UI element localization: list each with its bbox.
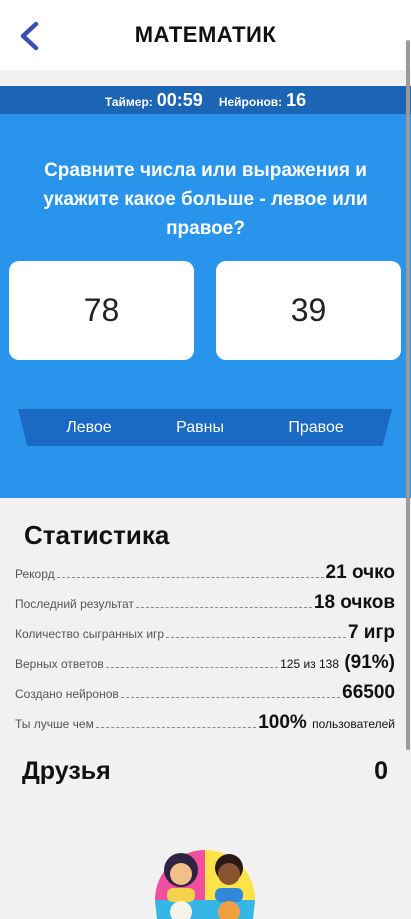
timer-value: 00:59 — [156, 89, 203, 110]
stat-value: 100% пользователей — [258, 712, 395, 734]
stat-label: Последний результат — [15, 597, 134, 611]
game-status-bar: Таймер: 00:59 Нейронов: 16 — [0, 86, 411, 114]
stat-label: Количество сыгранных игр — [15, 627, 165, 641]
answer-left-button[interactable]: Левое — [56, 415, 122, 441]
friends-label: Друзья — [22, 757, 111, 785]
stat-row-neurons-created: Создано нейронов 66500 — [15, 680, 395, 704]
stat-leader-dots — [56, 577, 324, 578]
answer-bar: Левое Равны Правое — [18, 409, 392, 446]
friends-avatar-icon — [155, 850, 255, 919]
stat-leader-dots — [105, 667, 279, 668]
neurons-value: 16 — [286, 89, 307, 110]
left-number-card[interactable]: 78 — [9, 261, 194, 360]
neurons-counter: Нейронов: 16 — [219, 90, 306, 111]
stat-label: Рекорд — [15, 567, 55, 581]
stat-label: Верных ответов — [15, 657, 104, 671]
stat-row-games-played: Количество сыгранных игр 7 игр — [15, 620, 395, 644]
stat-label: Ты лучше чем — [15, 717, 94, 731]
stat-value-percent: 100% — [258, 712, 307, 733]
timer-label: Таймер: — [104, 94, 153, 109]
stat-value: 7 игр — [347, 622, 395, 643]
answer-equal-button[interactable]: Равны — [166, 415, 234, 441]
stat-row-correct-answers: Верных ответов 125 из 138 (91%) — [15, 650, 395, 674]
stat-leader-dots — [135, 607, 312, 608]
stat-leader-dots — [120, 697, 341, 698]
right-number-card[interactable]: 39 — [216, 261, 401, 360]
stat-value: 66500 — [342, 682, 395, 703]
stat-row-record: Рекорд 21 очко — [15, 560, 395, 584]
stat-value-percent: (91%) — [344, 652, 395, 673]
stat-value-suffix: пользователей — [312, 717, 395, 731]
scrollbar[interactable] — [406, 40, 410, 750]
stat-label: Создано нейронов — [15, 687, 119, 701]
stat-row-last-result: Последний результат 18 очков — [15, 590, 395, 614]
friends-section: Друзья 0 — [22, 757, 388, 786]
stat-value: 125 из 138 (91%) — [280, 652, 395, 674]
stat-value: 18 очков — [313, 592, 395, 613]
app-header: МАТЕМАТИК — [0, 0, 411, 70]
stat-leader-dots — [95, 727, 257, 728]
page-title: МАТЕМАТИК — [134, 22, 277, 47]
question-text: Сравните числа или выражения и укажите к… — [43, 160, 368, 239]
stat-leader-dots — [166, 637, 346, 638]
friends-count: 0 — [374, 757, 388, 785]
timer: Таймер: 00:59 — [105, 90, 203, 111]
stat-row-better-than: Ты лучше чем 100% пользователей — [15, 710, 395, 734]
game-area: Сравните числа или выражения и укажите к… — [0, 114, 411, 498]
stats-title: Статистика — [24, 520, 170, 550]
answer-right-button[interactable]: Правое — [278, 415, 353, 441]
stat-value-detail: 125 из 138 — [280, 657, 340, 671]
stat-value: 21 очко — [325, 562, 395, 583]
neurons-label: Нейронов: — [218, 94, 283, 109]
